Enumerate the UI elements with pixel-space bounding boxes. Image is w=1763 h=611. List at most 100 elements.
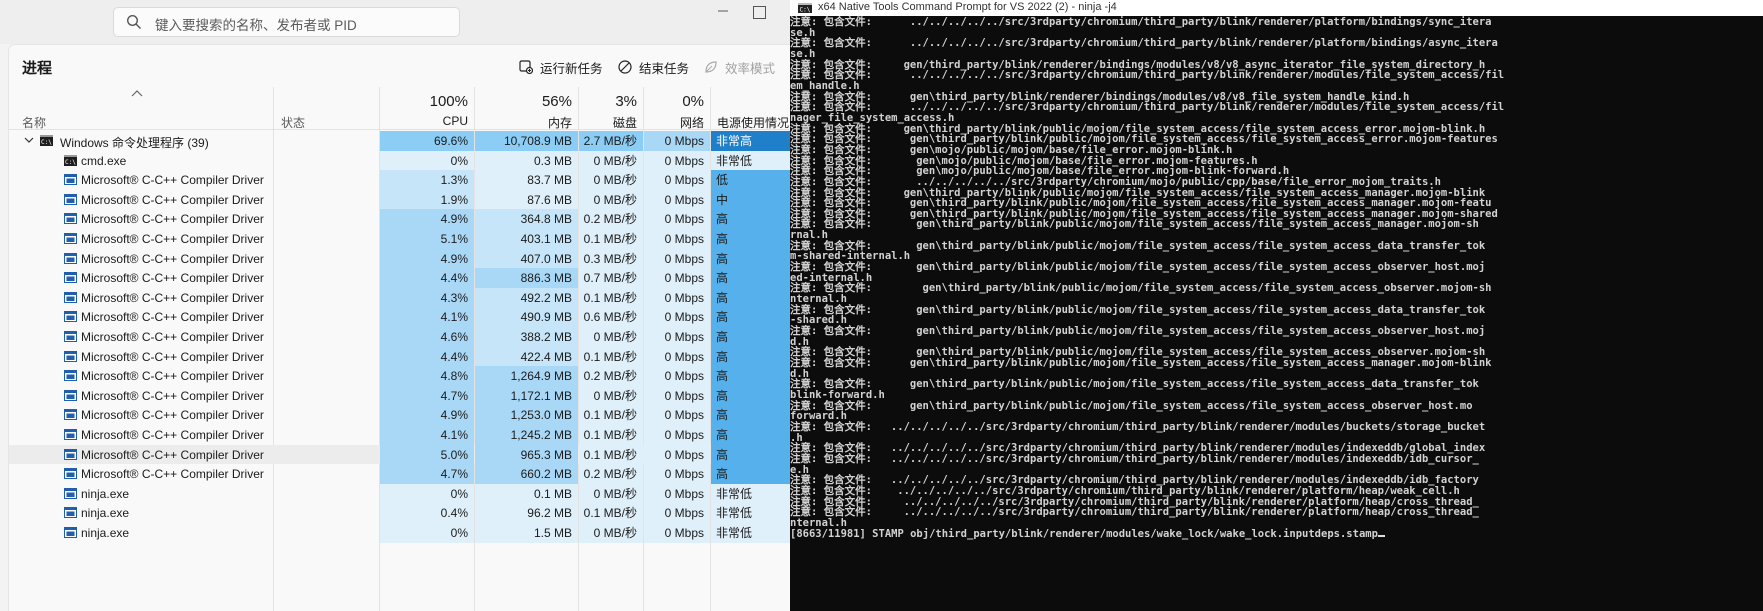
power-usage-value: 高: [711, 346, 790, 367]
network-value: 0 Mbps: [644, 503, 710, 523]
app-icon: [64, 448, 77, 460]
app-icon: [64, 350, 77, 362]
cpu-value: 4.9%: [380, 209, 474, 229]
terminal-output[interactable]: 注意: 包含文件: ../../../../../src/3rdparty/ch…: [790, 17, 1763, 539]
process-name: Microsoft® C-C++ Compiler Driver: [81, 467, 264, 482]
process-row[interactable]: Microsoft® C-C++ Compiler Driver 4.1% 1,24…: [9, 425, 790, 445]
network-value: 0 Mbps: [644, 268, 710, 288]
process-row[interactable]: Microsoft® C-C++ Compiler Driver 4.7% 660.…: [9, 464, 790, 484]
network-value: 0 Mbps: [644, 229, 710, 249]
power-usage-value: 非常低: [711, 483, 790, 504]
process-row[interactable]: ninja.exe 0.4% 96.2 MB 0.1 MB/秒 0 Mbps 非常低: [9, 503, 790, 523]
app-icon: [64, 233, 77, 244]
cpu-value: 0%: [380, 150, 474, 171]
disk-value: 0.1 MB/秒: [579, 425, 643, 445]
network-value: 0 Mbps: [644, 444, 710, 465]
network-value: 0 Mbps: [644, 248, 710, 269]
process-row[interactable]: Microsoft® C-C++ Compiler Driver 4.9% 1,25…: [9, 405, 790, 425]
run-new-task-button[interactable]: 运行新任务: [519, 56, 603, 78]
process-row[interactable]: Microsoft® C-C++ Compiler Driver 4.6% 388.…: [9, 327, 790, 347]
column-status[interactable]: 状态: [274, 87, 379, 130]
power-usage-value: 高: [711, 327, 790, 347]
column-network[interactable]: 0% 网络: [644, 87, 710, 130]
process-row[interactable]: Microsoft® C-C++ Compiler Driver 1.3% 83.7…: [9, 170, 790, 190]
end-task-button[interactable]: 结束任务: [618, 56, 689, 78]
app-icon: [64, 409, 77, 421]
process-name: Microsoft® C-C++ Compiler Driver: [81, 232, 264, 246]
memory-value: 492.2 MB: [475, 287, 578, 308]
process-row[interactable]: Microsoft® C-C++ Compiler Driver 1.9% 87.6…: [9, 189, 790, 210]
memory-value: 1,253.0 MB: [475, 405, 578, 425]
memory-value: 886.3 MB: [475, 268, 578, 288]
cpu-value: 4.1%: [380, 425, 474, 445]
column-cpu[interactable]: 100% CPU: [380, 87, 474, 129]
process-row[interactable]: Microsoft® C-C++ Compiler Driver 5.0% 965.…: [9, 444, 790, 465]
svg-text:C:\: C:\: [41, 139, 52, 146]
text-cursor: [1377, 534, 1385, 537]
process-row[interactable]: Microsoft® C-C++ Compiler Driver 4.3% 492.…: [9, 287, 790, 308]
cmd-icon: C:\: [64, 154, 77, 166]
cpu-value: 4.3%: [380, 287, 474, 308]
cpu-value: 4.4%: [380, 346, 474, 367]
page-title: 进程: [22, 60, 53, 77]
power-usage-value: 高: [711, 307, 790, 327]
app-icon: [64, 468, 77, 480]
process-row[interactable]: Microsoft® C-C++ Compiler Driver 4.9% 364.…: [9, 209, 790, 229]
column-power-usage[interactable]: 电源使用情况: [711, 87, 790, 130]
process-row[interactable]: Microsoft® C-C++ Compiler Driver 5.1% 403.…: [9, 229, 790, 249]
maximize-icon[interactable]: [753, 6, 766, 19]
terminal-line: 注意: 包含文件: ../../../../../src/3rdparty/ch…: [790, 452, 1479, 465]
disk-value: 0.3 MB/秒: [579, 248, 643, 269]
app-icon: [64, 389, 77, 401]
process-group-row[interactable]: C:\ Windows 命令处理程序 (39) 69.6% 10,708.9 MB 2.…: [9, 131, 790, 151]
network-value: 0 Mbps: [644, 189, 710, 210]
process-name: cmd.exe: [81, 153, 127, 168]
memory-value: 1,245.2 MB: [475, 425, 578, 445]
svg-text:C:\: C:\: [65, 159, 76, 166]
power-usage-value: 高: [711, 229, 790, 249]
network-value: 0 Mbps: [644, 131, 710, 151]
process-row[interactable]: Microsoft® C-C++ Compiler Driver 4.8% 1,26…: [9, 366, 790, 386]
cpu-value: 5.0%: [380, 444, 474, 465]
process-row[interactable]: Microsoft® C-C++ Compiler Driver 4.1% 490.…: [9, 307, 790, 327]
process-row[interactable]: Microsoft® C-C++ Compiler Driver 4.9% 407.…: [9, 248, 790, 269]
process-name: ninja.exe: [81, 486, 130, 501]
process-row[interactable]: Microsoft® C-C++ Compiler Driver 4.7% 1,17…: [9, 385, 790, 406]
cpu-value: 4.9%: [380, 405, 474, 425]
app-icon: [64, 487, 77, 499]
process-row[interactable]: ninja.exe 0% 1.5 MB 0 MB/秒 0 Mbps 非常低: [9, 523, 790, 543]
search-input[interactable]: 键入要搜索的名称、发布者或 PID: [155, 14, 357, 34]
column-name[interactable]: 名称: [9, 87, 273, 130]
column-header: 名称 状态 100% CPU 56% 内存 3% 磁盘 0% 网络 电源使用情况: [9, 87, 790, 130]
network-value: 0 Mbps: [644, 425, 710, 445]
search-box[interactable]: 键入要搜索的名称、发布者或 PID: [113, 7, 460, 37]
cpu-value: 4.4%: [380, 268, 474, 288]
power-usage-value: 高: [711, 444, 790, 465]
terminal-line: 注意: 包含文件: ../../../../../src/3rdparty/ch…: [790, 16, 1492, 28]
column-memory[interactable]: 56% 内存: [475, 87, 578, 130]
network-value: 0 Mbps: [644, 346, 710, 367]
terminal-line: 注意: 包含文件: gen\third_party/blink/public/m…: [790, 239, 1486, 252]
process-name: Microsoft® C-C++ Compiler Driver: [81, 369, 264, 384]
memory-value: 364.8 MB: [475, 209, 578, 229]
efficiency-mode-button[interactable]: 效率模式: [704, 56, 775, 78]
cpu-value: 4.6%: [380, 327, 474, 347]
network-value: 0 Mbps: [644, 483, 710, 504]
process-name: Microsoft® C-C++ Compiler Driver: [81, 408, 264, 423]
process-row[interactable]: Microsoft® C-C++ Compiler Driver 4.4% 886.…: [9, 268, 790, 288]
minimize-icon[interactable]: [716, 4, 730, 18]
process-row[interactable]: C:\ cmd.exe 0% 0.3 MB 0 MB/秒 0 Mbps 非常低: [9, 150, 790, 171]
power-usage-value: 高: [711, 425, 790, 445]
column-disk[interactable]: 3% 磁盘: [579, 87, 643, 130]
process-row[interactable]: ninja.exe 0% 0.1 MB 0 MB/秒 0 Mbps 非常低: [9, 483, 790, 504]
chevron-down-icon[interactable]: [24, 136, 34, 144]
power-usage-value: 高: [711, 287, 790, 308]
network-value: 0 Mbps: [644, 464, 710, 484]
terminal-line: 注意: 包含文件: ../../../../../src/3rdparty/ch…: [790, 420, 1486, 433]
disk-value: 0.7 MB/秒: [579, 268, 643, 288]
cmd-icon: C:\: [40, 135, 53, 146]
end-task-label: 结束任务: [639, 61, 690, 76]
disk-value: 0 MB/秒: [579, 385, 643, 406]
process-row[interactable]: Microsoft® C-C++ Compiler Driver 4.4% 422.…: [9, 346, 790, 367]
terminal-line: 注意: 包含文件: gen\third_party/blink/public/m…: [790, 282, 1492, 295]
